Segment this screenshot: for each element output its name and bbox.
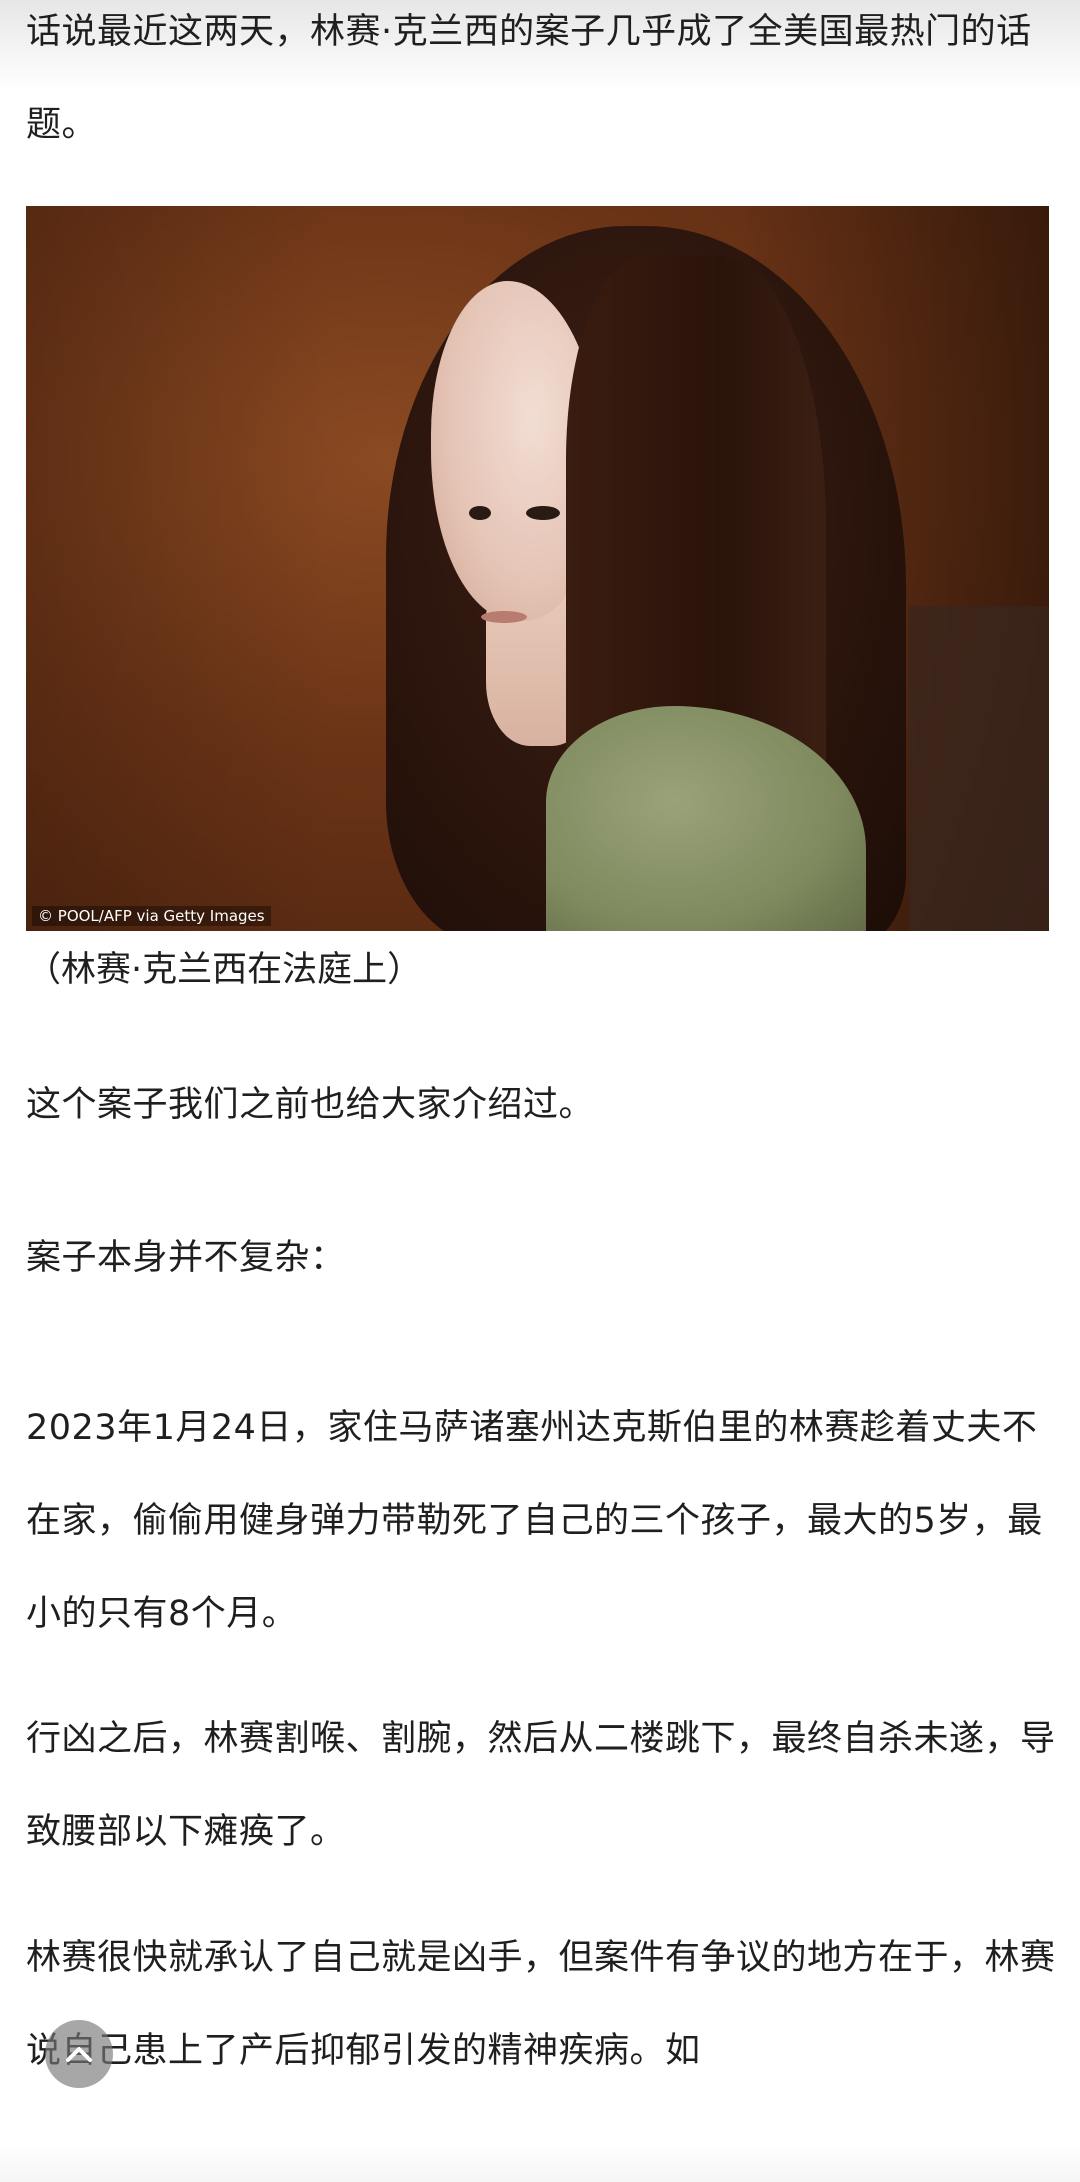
bottom-fade — [0, 2142, 1080, 2182]
scroll-to-top-button[interactable] — [45, 2020, 113, 2088]
photo-eye — [469, 506, 491, 520]
paragraph-1: 这个案子我们之前也给大家介绍过。 — [26, 1085, 595, 1125]
paragraph-2: 案子本身并不复杂： — [26, 1238, 346, 1278]
photo-background-block — [909, 606, 1049, 931]
paragraph-5: 林赛很快就承认了自己就是凶手，但案件有争议的地方在于，林赛说自己患上了产后抑郁引… — [26, 1938, 1056, 2071]
paragraph-intro: 话说最近这两天，林赛·克兰西的案子几乎成了全美国最热门的话题。 — [26, 12, 1032, 145]
photo-caption: （林赛·克兰西在法庭上） — [26, 950, 423, 990]
arrow-up-icon — [64, 2044, 94, 2064]
paragraph-4: 行凶之后，林赛割喉、割腕，然后从二楼跳下，最终自杀未遂，导致腰部以下瘫痪了。 — [26, 1719, 1056, 1852]
paragraph-3: 2023年1月24日，家住马萨诸塞州达克斯伯里的林赛趁着丈夫不在家，偷偷用健身弹… — [26, 1408, 1043, 1634]
article-photo[interactable]: © POOL/AFP via Getty Images — [26, 206, 1049, 931]
photo-eye — [526, 506, 560, 520]
photo-lips — [481, 611, 527, 623]
photo-credit: © POOL/AFP via Getty Images — [32, 906, 271, 926]
article-body: 话说最近这两天，林赛·克兰西的案子几乎成了全美国最热门的话题。 © POOL/A… — [26, 0, 1056, 2098]
